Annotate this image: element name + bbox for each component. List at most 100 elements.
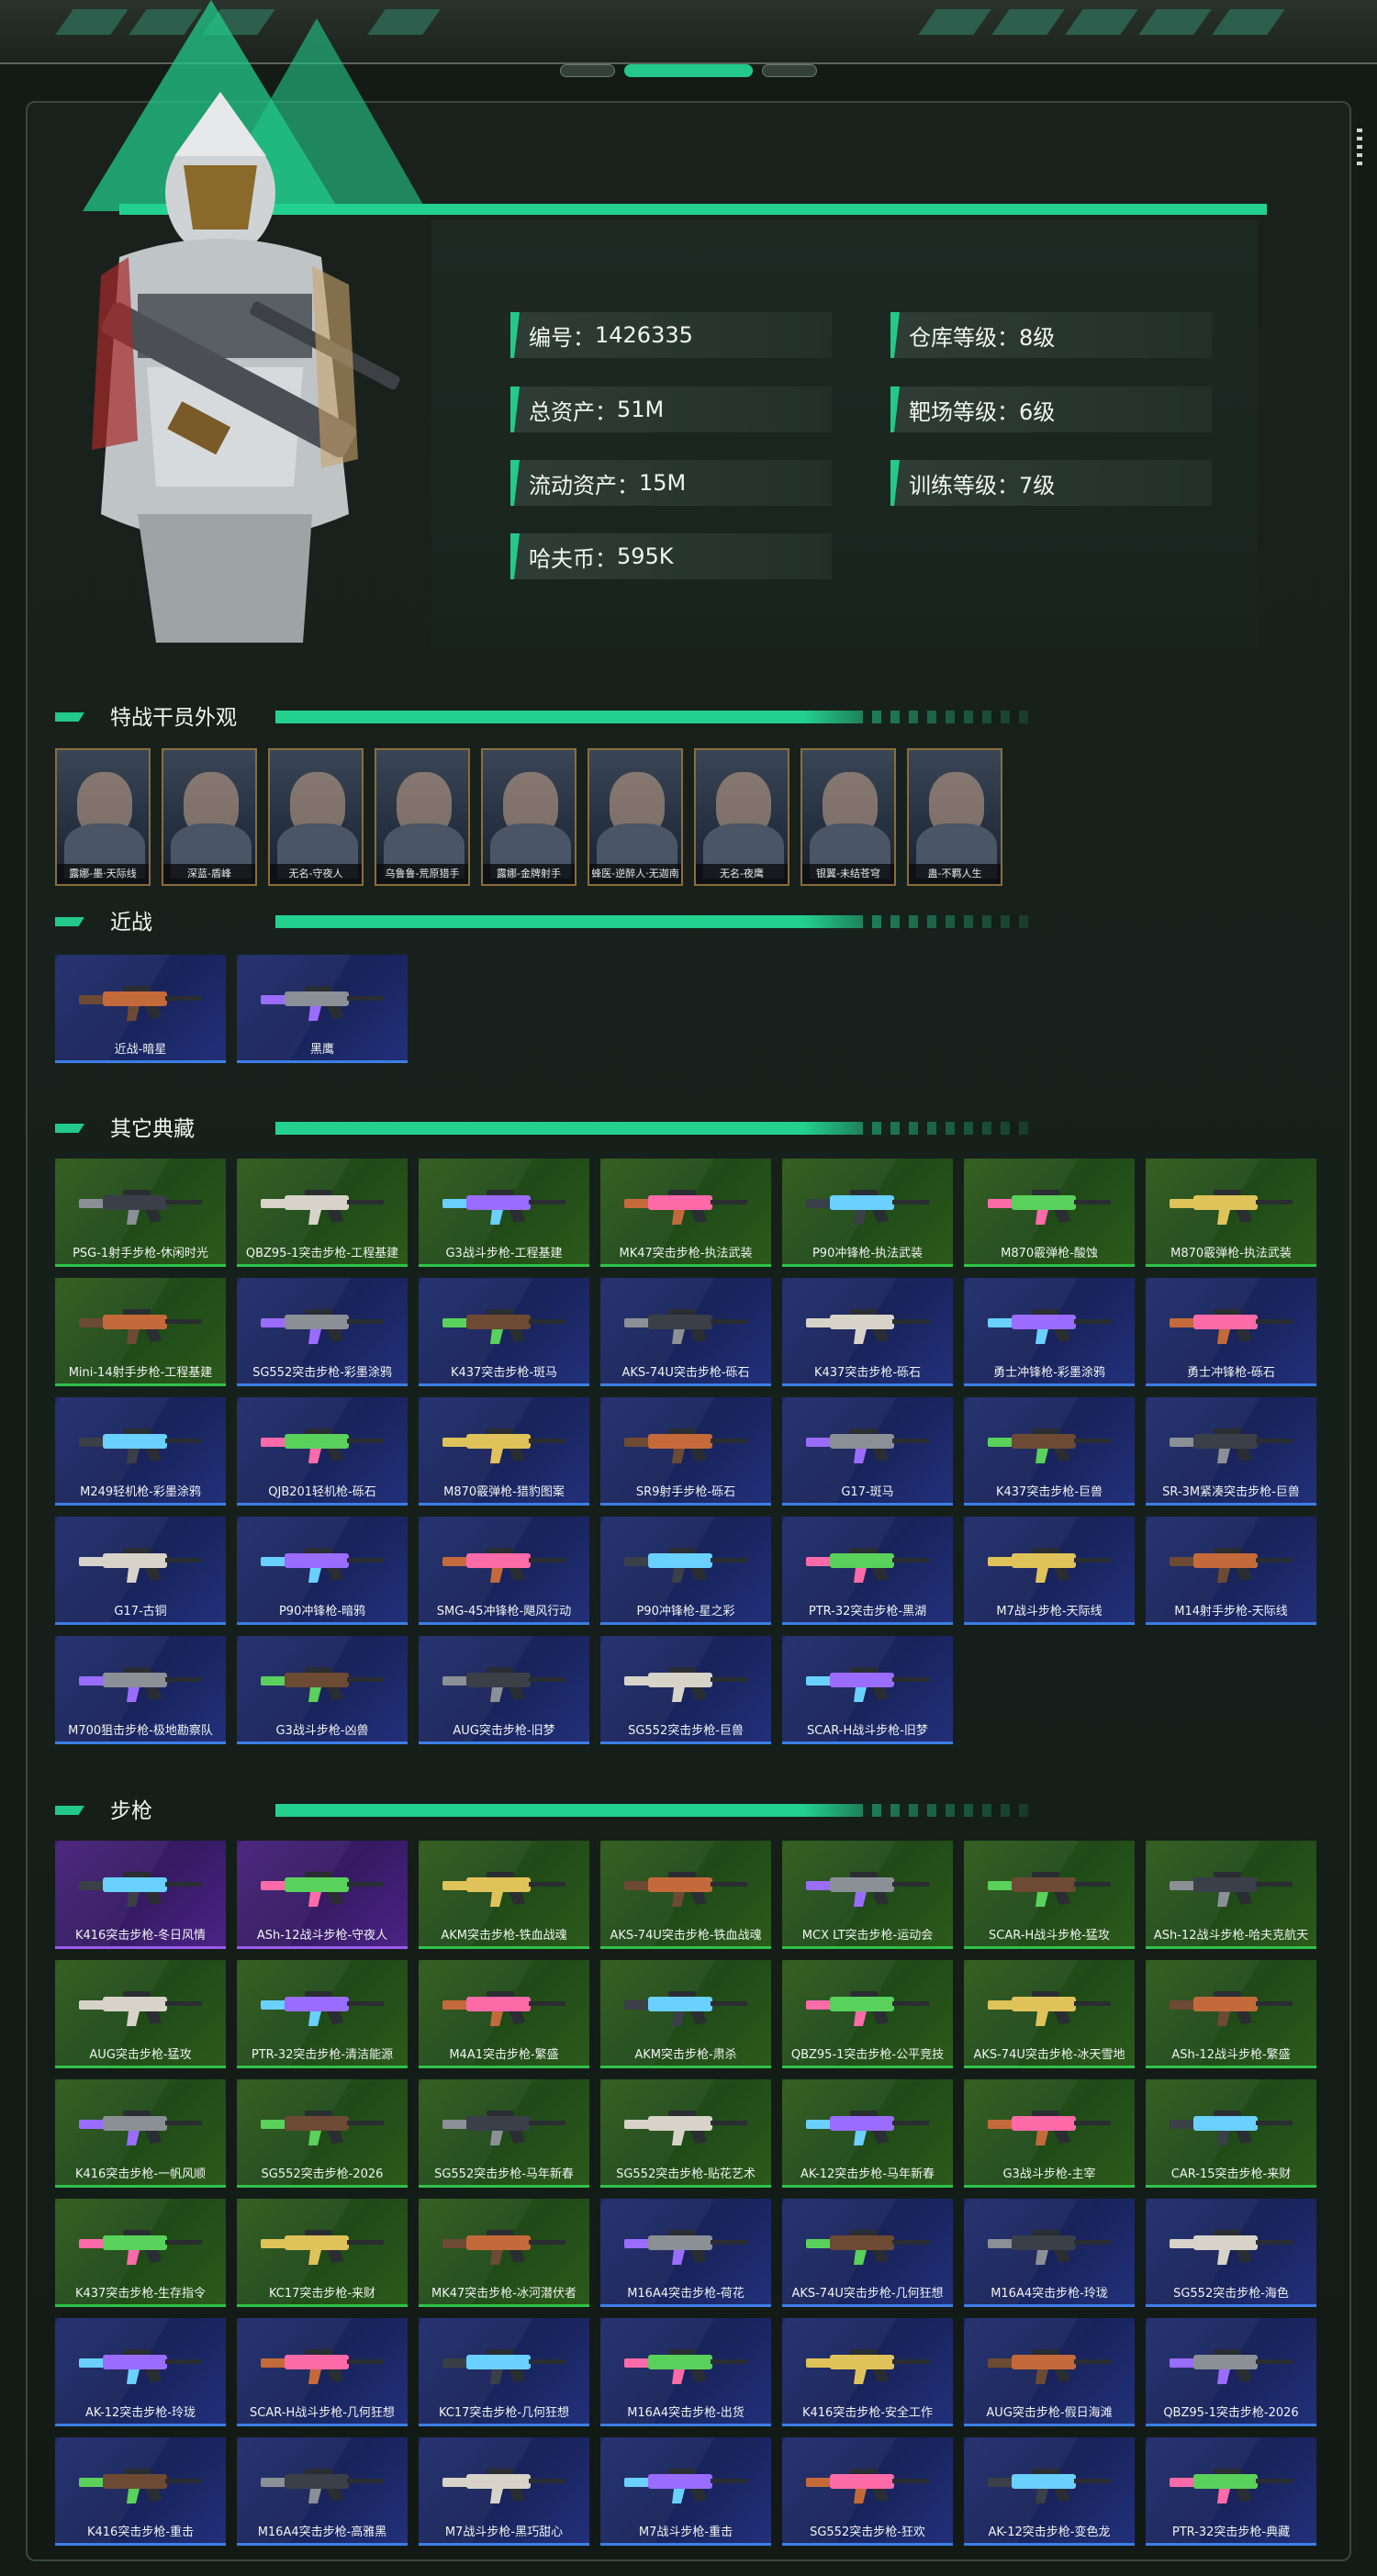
weapon-card[interactable]: MK47突击步枪-执法武装 — [600, 1159, 771, 1267]
weapon-card[interactable]: P90冲锋枪-暗鸦 — [237, 1517, 408, 1625]
weapon-card[interactable]: SG552突击步枪-狂欢 — [782, 2437, 953, 2546]
weapon-card[interactable]: M7战斗步枪-重击 — [600, 2437, 771, 2546]
operator-card[interactable]: 无名-夜鹰 — [694, 748, 789, 886]
weapon-card[interactable]: M870霰弹枪-酸蚀 — [964, 1159, 1135, 1267]
weapon-card[interactable]: SG552突击步枪-2026 — [237, 2079, 408, 2188]
weapon-icon — [624, 2349, 747, 2384]
weapon-card[interactable]: ASh-12战斗步枪-守夜人 — [237, 1841, 408, 1949]
operator-card[interactable]: 露娜-墨·天际线 — [55, 748, 151, 886]
weapon-card[interactable]: SG552突击步枪-马年新春 — [419, 2079, 589, 2188]
operator-card[interactable]: 蛊-不羁人生 — [907, 748, 1002, 886]
weapon-card[interactable]: AK-12突击步枪-变色龙 — [964, 2437, 1135, 2546]
weapon-card[interactable]: 近战-暗星 — [55, 955, 226, 1063]
weapon-card[interactable]: K437突击步枪-斑马 — [419, 1278, 589, 1386]
weapon-card[interactable]: PTR-32突击步枪-清洁能源 — [237, 1960, 408, 2068]
weapon-card[interactable]: AKM突击步枪-铁血战魂 — [419, 1841, 589, 1949]
weapon-card[interactable]: PTR-32突击步枪-黑湖 — [782, 1517, 953, 1625]
weapon-card[interactable]: AKS-74U突击步枪-铁血战魂 — [600, 1841, 771, 1949]
weapon-card[interactable]: CAR-15突击步枪-来财 — [1146, 2079, 1316, 2188]
weapon-card[interactable]: SCAR-H战斗步枪-几何狂想 — [237, 2318, 408, 2426]
weapon-card[interactable]: M870霰弹枪-执法武装 — [1146, 1159, 1316, 1267]
weapon-card[interactable]: AUG突击步枪-假日海滩 — [964, 2318, 1135, 2426]
weapon-card[interactable]: AK-12突击步枪-玲珑 — [55, 2318, 226, 2426]
weapon-card[interactable]: QJB201轻机枪-砾石 — [237, 1397, 408, 1506]
weapon-card[interactable]: K416突击步枪-安全工作 — [782, 2318, 953, 2426]
weapon-card[interactable]: M7战斗步枪-黑巧甜心 — [419, 2437, 589, 2546]
weapon-card[interactable]: K416突击步枪-一帆风顺 — [55, 2079, 226, 2188]
operator-card[interactable]: 乌鲁鲁-荒原猎手 — [375, 748, 470, 886]
weapon-card[interactable]: SG552突击步枪-巨兽 — [600, 1636, 771, 1744]
weapon-card[interactable]: SMG-45冲锋枪-飓风行动 — [419, 1517, 589, 1625]
weapon-card[interactable]: MCX LT突击步枪-运动会 — [782, 1841, 953, 1949]
weapon-card[interactable]: 黑鹰 — [237, 955, 408, 1063]
weapon-card[interactable]: M870霰弹枪-猎豹图案 — [419, 1397, 589, 1506]
weapon-card[interactable]: QBZ95-1突击步枪-2026 — [1146, 2318, 1316, 2426]
operator-card[interactable]: 银翼-未结苍穹 — [800, 748, 896, 886]
weapon-card[interactable]: M700狙击步枪-极地勘察队 — [55, 1636, 226, 1744]
weapon-card[interactable]: G17-古铜 — [55, 1517, 226, 1625]
weapon-card[interactable]: QBZ95-1突击步枪-工程基建 — [237, 1159, 408, 1267]
weapon-name: PSG-1射手步枪-休闲时光 — [73, 1247, 208, 1260]
weapon-card[interactable]: K437突击步枪-砾石 — [782, 1278, 953, 1386]
weapon-name: KC17突击步枪-几何狂想 — [438, 2406, 570, 2420]
decor-stripe — [991, 9, 1065, 35]
weapon-card[interactable]: QBZ95-1突击步枪-公平竞技 — [782, 1960, 953, 2068]
weapon-card[interactable]: K416突击步枪-冬日风情 — [55, 1841, 226, 1949]
weapon-card[interactable]: AKS-74U突击步枪-几何狂想 — [782, 2199, 953, 2307]
weapon-card[interactable]: M16A4突击步枪-高雅黑 — [237, 2437, 408, 2546]
weapon-card[interactable]: SG552突击步枪-海色 — [1146, 2199, 1316, 2307]
weapon-name: MK47突击步枪-执法武装 — [619, 1247, 753, 1260]
weapon-card[interactable]: MK47突击步枪-冰河潜伏者 — [419, 2199, 589, 2307]
weapon-card[interactable]: KC17突击步枪-几何狂想 — [419, 2318, 589, 2426]
weapon-icon — [79, 1309, 202, 1344]
weapon-card[interactable]: G3战斗步枪-主宰 — [964, 2079, 1135, 2188]
weapon-card[interactable]: P90冲锋枪-执法武装 — [782, 1159, 953, 1267]
weapon-card[interactable]: SR-3M紧凑突击步枪-巨兽 — [1146, 1397, 1316, 1506]
weapon-card[interactable]: G17-斑马 — [782, 1397, 953, 1506]
weapon-card[interactable]: P90冲锋枪-星之彩 — [600, 1517, 771, 1625]
operator-card[interactable]: 深蓝-盾峰 — [162, 748, 257, 886]
weapon-card[interactable]: SG552突击步枪-彩墨涂鸦 — [237, 1278, 408, 1386]
weapon-card[interactable]: ASh-12战斗步枪-哈夫克航天 — [1146, 1841, 1316, 1949]
weapon-card[interactable]: PSG-1射手步枪-休闲时光 — [55, 1159, 226, 1267]
more-dots-icon[interactable] — [1357, 129, 1362, 165]
weapon-card[interactable]: K416突击步枪-重击 — [55, 2437, 226, 2546]
weapon-card[interactable]: AK-12突击步枪-马年新春 — [782, 2079, 953, 2188]
weapon-card[interactable]: AUG突击步枪-猛攻 — [55, 1960, 226, 2068]
weapon-card[interactable]: G3战斗步枪-凶兽 — [237, 1636, 408, 1744]
weapon-card[interactable]: K437突击步枪-巨兽 — [964, 1397, 1135, 1506]
operator-card[interactable]: 无名-守夜人 — [268, 748, 364, 886]
weapon-card[interactable]: M7战斗步枪-天际线 — [964, 1517, 1135, 1625]
weapon-card[interactable]: 勇士冲锋枪-彩墨涂鸦 — [964, 1278, 1135, 1386]
weapon-name: SG552突击步枪-彩墨涂鸦 — [252, 1366, 392, 1380]
weapon-card[interactable]: 勇士冲锋枪-砾石 — [1146, 1278, 1316, 1386]
weapon-card[interactable]: M16A4突击步枪-出货 — [600, 2318, 771, 2426]
weapon-card[interactable]: SG552突击步枪-贴花艺术 — [600, 2079, 771, 2188]
weapon-card[interactable]: SR9射手步枪-砾石 — [600, 1397, 771, 1506]
operator-card[interactable]: 蜂医-逆醉人·无迦南 — [588, 748, 683, 886]
weapon-card[interactable]: PTR-32突击步枪-典藏 — [1146, 2437, 1316, 2546]
operator-card[interactable]: 露娜-金牌射手 — [481, 748, 577, 886]
weapon-icon — [988, 2111, 1111, 2145]
weapon-card[interactable]: AUG突击步枪-旧梦 — [419, 1636, 589, 1744]
weapon-card[interactable]: M16A4突击步枪-荷花 — [600, 2199, 771, 2307]
weapon-card[interactable]: SCAR-H战斗步枪-旧梦 — [782, 1636, 953, 1744]
weapon-name: PTR-32突击步枪-典藏 — [1171, 2526, 1291, 2539]
weapon-card[interactable]: ASh-12战斗步枪-繁盛 — [1146, 1960, 1316, 2068]
weapon-card[interactable]: Mini-14射手步枪-工程基建 — [55, 1278, 226, 1386]
weapon-card[interactable]: M249轻机枪-彩墨涂鸦 — [55, 1397, 226, 1506]
weapon-card[interactable]: AKS-74U突击步枪-砾石 — [600, 1278, 771, 1386]
weapon-card[interactable]: M16A4突击步枪-玲珑 — [964, 2199, 1135, 2307]
weapon-card[interactable]: G3战斗步枪-工程基建 — [419, 1159, 589, 1267]
weapon-card[interactable]: M14射手步枪-天际线 — [1146, 1517, 1316, 1625]
weapon-name: SMG-45冲锋枪-飓风行动 — [436, 1605, 572, 1618]
weapon-card[interactable]: K437突击步枪-生存指令 — [55, 2199, 226, 2307]
weapon-icon — [624, 1190, 747, 1225]
weapon-icon — [988, 1190, 1111, 1225]
weapon-card[interactable]: M4A1突击步枪-繁盛 — [419, 1960, 589, 2068]
section-divider — [275, 1804, 1028, 1817]
weapon-card[interactable]: AKS-74U突击步枪-冰天雪地 — [964, 1960, 1135, 2068]
weapon-card[interactable]: KC17突击步枪-来财 — [237, 2199, 408, 2307]
weapon-card[interactable]: AKM突击步枪-肃杀 — [600, 1960, 771, 2068]
weapon-card[interactable]: SCAR-H战斗步枪-猛攻 — [964, 1841, 1135, 1949]
